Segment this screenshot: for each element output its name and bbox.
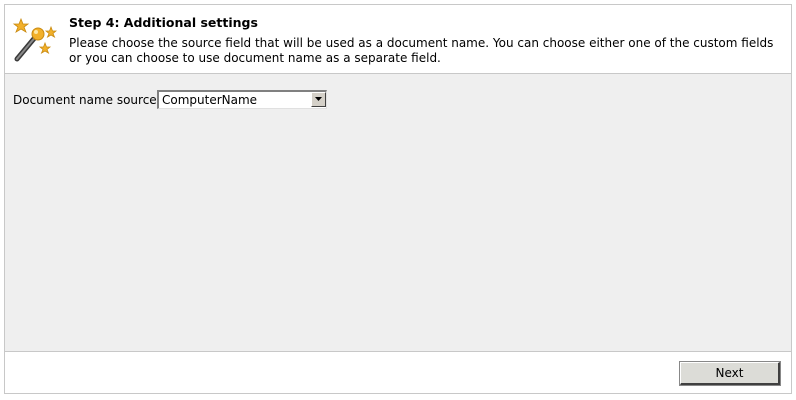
wizard-header: Step 4: Additional settings Please choos… (5, 5, 791, 74)
wizard-footer: Next (5, 352, 791, 393)
dropdown-arrow-button[interactable] (311, 92, 326, 107)
document-name-source-label: Document name source: (13, 93, 161, 107)
document-name-source-select[interactable]: ComputerName (157, 90, 327, 109)
wizard-panel: Step 4: Additional settings Please choos… (4, 4, 792, 394)
magic-wand-icon (11, 17, 58, 63)
step-title: Step 4: Additional settings (69, 15, 258, 30)
settings-content: Document name source: ComputerName (5, 74, 791, 352)
chevron-down-icon (315, 97, 322, 101)
next-button[interactable]: Next (679, 361, 781, 386)
step-description: Please choose the source field that will… (69, 36, 774, 65)
document-name-source-value: ComputerName (162, 93, 258, 107)
